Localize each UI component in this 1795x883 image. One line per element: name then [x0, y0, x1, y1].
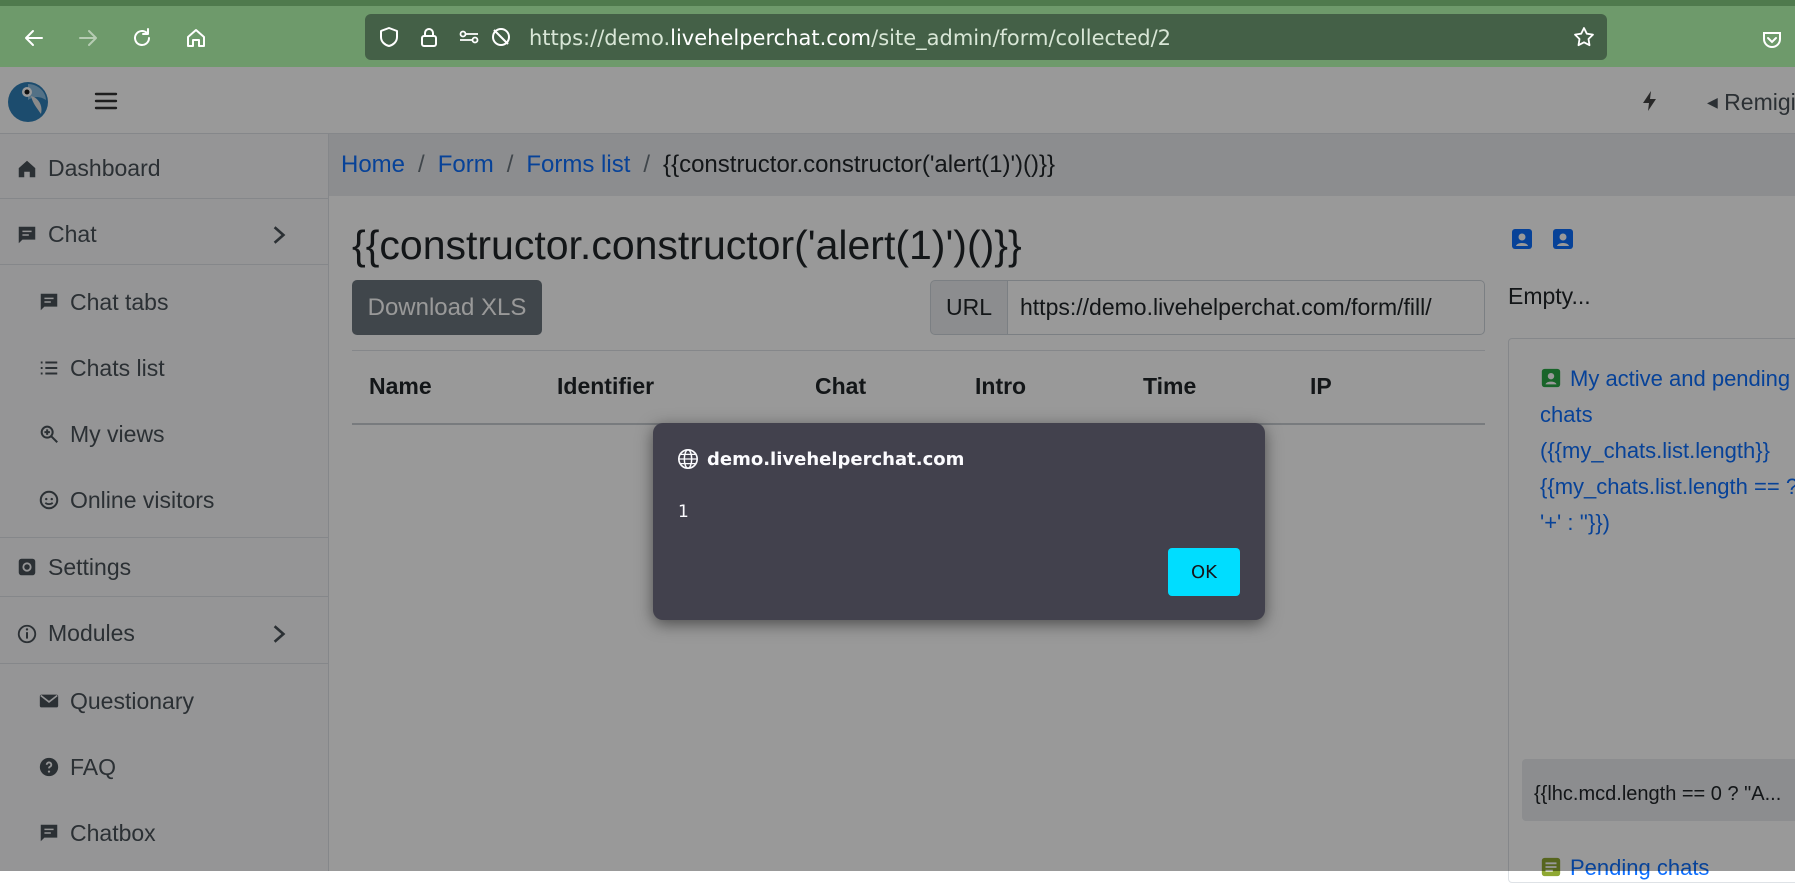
pocket-icon[interactable]: [1760, 28, 1784, 52]
reload-button[interactable]: [124, 20, 160, 56]
dialog-origin: demo.livehelperchat.com: [707, 449, 965, 470]
browser-toolbar: https://demo.livehelperchat.com/site_adm…: [0, 0, 1795, 67]
ok-button[interactable]: OK: [1168, 548, 1240, 596]
arrow-right-icon: [79, 30, 97, 46]
globe-icon: [678, 449, 698, 469]
shield-icon[interactable]: [377, 25, 401, 49]
home-button[interactable]: [178, 20, 214, 56]
back-button[interactable]: [16, 20, 52, 56]
home-icon: [187, 29, 205, 47]
dialog-message: 1: [678, 502, 689, 522]
lock-icon[interactable]: [417, 25, 441, 49]
alert-dialog: demo.livehelperchat.com 1 OK: [653, 423, 1265, 620]
address-bar[interactable]: https://demo.livehelperchat.com/site_adm…: [365, 14, 1607, 60]
reload-icon: [134, 28, 150, 46]
forward-button[interactable]: [70, 20, 106, 56]
arrow-left-icon: [25, 30, 43, 46]
bookmark-star-icon[interactable]: [1572, 25, 1596, 49]
url-text: https://demo.livehelperchat.com/site_adm…: [529, 26, 1172, 50]
permissions-icon[interactable]: [457, 25, 481, 49]
tracking-off-icon[interactable]: [489, 25, 513, 49]
